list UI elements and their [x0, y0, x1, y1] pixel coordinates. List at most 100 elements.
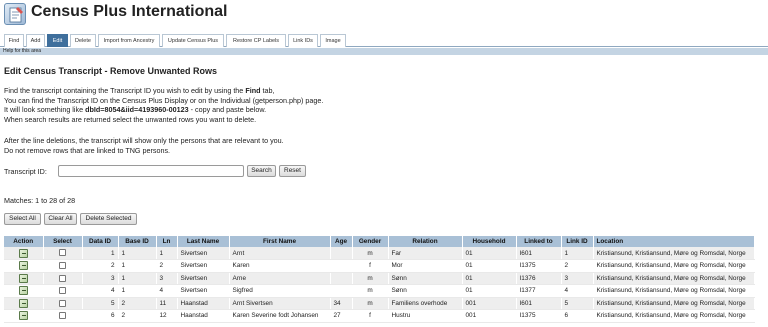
household-cell: 01: [462, 259, 517, 273]
gender-cell: m: [352, 272, 389, 285]
gender-cell: m: [352, 247, 389, 260]
first-name-cell: Arnt: [229, 247, 331, 260]
action-cell: [4, 297, 44, 310]
col-select[interactable]: Select: [43, 236, 83, 247]
select-cell: [43, 309, 83, 323]
matches-count: Matches: 1 to 28 of 28: [4, 196, 76, 205]
select-cell: [43, 272, 83, 285]
edit-icon[interactable]: [18, 248, 28, 258]
gender-cell: m: [352, 284, 389, 298]
base-id-cell: 1: [118, 284, 157, 298]
location-cell: Kristiansund, Kristiansund, Møre og Roms…: [593, 309, 755, 323]
location-cell: Kristiansund, Kristiansund, Møre og Roms…: [593, 259, 755, 273]
clear-all-button[interactable]: Clear All: [44, 213, 77, 225]
household-cell: 001: [462, 297, 517, 310]
last-name-cell: Sivertsen: [177, 272, 230, 285]
relation-cell: Far: [388, 247, 463, 260]
row-select-checkbox[interactable]: [59, 249, 66, 257]
household-cell: 01: [462, 272, 517, 285]
tab-edit[interactable]: Edit: [47, 34, 68, 47]
table-row: 3 1 3 Sivertsen Arne m Sønn 01 I1376 3 Kristiansun…: [4, 272, 755, 285]
select-cell: [43, 247, 83, 260]
first-name-cell: Arnt Sivertsen: [229, 297, 331, 310]
edit-icon[interactable]: [18, 261, 28, 271]
table-row: 2 1 2 Sivertsen Karen f Mor 01 I1375 2 Kristiansun…: [4, 259, 755, 273]
data-id-cell: 4: [82, 284, 119, 298]
col-relation[interactable]: Relation: [388, 236, 463, 247]
tab-import-from-ancestry[interactable]: Import from Ancestry: [98, 34, 160, 47]
row-select-checkbox[interactable]: [59, 262, 66, 270]
last-name-cell: Sivertsen: [177, 259, 230, 273]
row-select-checkbox[interactable]: [59, 312, 66, 320]
action-cell: [4, 309, 44, 323]
row-select-checkbox[interactable]: [59, 287, 66, 295]
first-name-cell: Arne: [229, 272, 331, 285]
reset-button[interactable]: Reset: [279, 165, 306, 177]
age-cell: [330, 272, 353, 285]
relation-cell: Sønn: [388, 284, 463, 298]
col-data-id[interactable]: Data ID: [82, 236, 119, 247]
link-id-cell: 3: [561, 272, 594, 285]
search-button[interactable]: Search: [247, 165, 276, 177]
col-linked-to[interactable]: Linked to: [516, 236, 562, 247]
tab-restore-cp-labels[interactable]: Restore CP Labels: [226, 34, 286, 47]
data-id-cell: 2: [82, 259, 119, 273]
col-age[interactable]: Age: [330, 236, 353, 247]
col-household[interactable]: Household: [462, 236, 517, 247]
first-name-cell: Karen Severine fodt Johansen: [229, 309, 331, 323]
col-link-id[interactable]: Link ID: [561, 236, 594, 247]
action-cell: [4, 284, 44, 298]
base-id-cell: 2: [118, 297, 157, 310]
ln-cell: 2: [156, 259, 178, 273]
col-first-name[interactable]: First Name: [229, 236, 331, 247]
ln-cell: 11: [156, 297, 178, 310]
row-select-checkbox[interactable]: [59, 299, 66, 307]
col-location[interactable]: Location: [593, 236, 755, 247]
col-action[interactable]: Action: [4, 236, 44, 247]
col-base-id[interactable]: Base ID: [118, 236, 157, 247]
edit-icon[interactable]: [18, 286, 28, 296]
age-cell: 34: [330, 297, 353, 310]
linked-to-cell: I601: [516, 297, 562, 310]
ln-cell: 1: [156, 247, 178, 260]
edit-icon[interactable]: [18, 298, 28, 308]
transcript-id-input[interactable]: [58, 165, 244, 177]
select-all-button[interactable]: Select All: [4, 213, 41, 225]
delete-selected-button[interactable]: Delete Selected: [80, 213, 137, 225]
col-ln[interactable]: Ln: [156, 236, 178, 247]
app-title: Census Plus International: [31, 3, 228, 20]
col-gender[interactable]: Gender: [352, 236, 389, 247]
col-last-name[interactable]: Last Name: [177, 236, 230, 247]
tab-delete[interactable]: Delete: [70, 34, 96, 47]
select-cell: [43, 259, 83, 273]
household-cell: 01: [462, 284, 517, 298]
edit-icon[interactable]: [18, 311, 28, 321]
row-select-checkbox[interactable]: [59, 274, 66, 282]
first-name-cell: Sigfred: [229, 284, 331, 298]
tab-bar: Find Add Edit Delete Import from Ancestr…: [0, 34, 768, 47]
linked-to-cell: I1377: [516, 284, 562, 298]
linked-to-cell: I1375: [516, 259, 562, 273]
tab-link-ids[interactable]: Link IDs: [288, 34, 318, 47]
edit-icon[interactable]: [18, 273, 28, 283]
location-cell: Kristiansund, Kristiansund, Møre og Roms…: [593, 297, 755, 310]
transcript-id-label: Transcript ID:: [4, 167, 47, 176]
link-id-cell: 1: [561, 247, 594, 260]
data-id-cell: 3: [82, 272, 119, 285]
ln-cell: 12: [156, 309, 178, 323]
data-id-cell: 6: [82, 309, 119, 323]
tab-image[interactable]: Image: [320, 34, 346, 47]
help-bar: Help for this area: [0, 48, 768, 55]
ln-cell: 3: [156, 272, 178, 285]
instruction-line-1: Find the transcript containing the Trans…: [4, 86, 275, 95]
age-cell: [330, 247, 353, 260]
tab-find[interactable]: Find: [4, 34, 24, 47]
link-id-cell: 6: [561, 309, 594, 323]
link-id-cell: 2: [561, 259, 594, 273]
last-name-cell: Sivertsen: [177, 284, 230, 298]
transcript-table: Action Select Data ID Base ID Ln Last Na…: [4, 236, 755, 323]
tab-update-census-plus[interactable]: Update Census Plus: [162, 34, 224, 47]
household-cell: 01: [462, 247, 517, 260]
tab-add[interactable]: Add: [26, 34, 45, 47]
ln-cell: 4: [156, 284, 178, 298]
